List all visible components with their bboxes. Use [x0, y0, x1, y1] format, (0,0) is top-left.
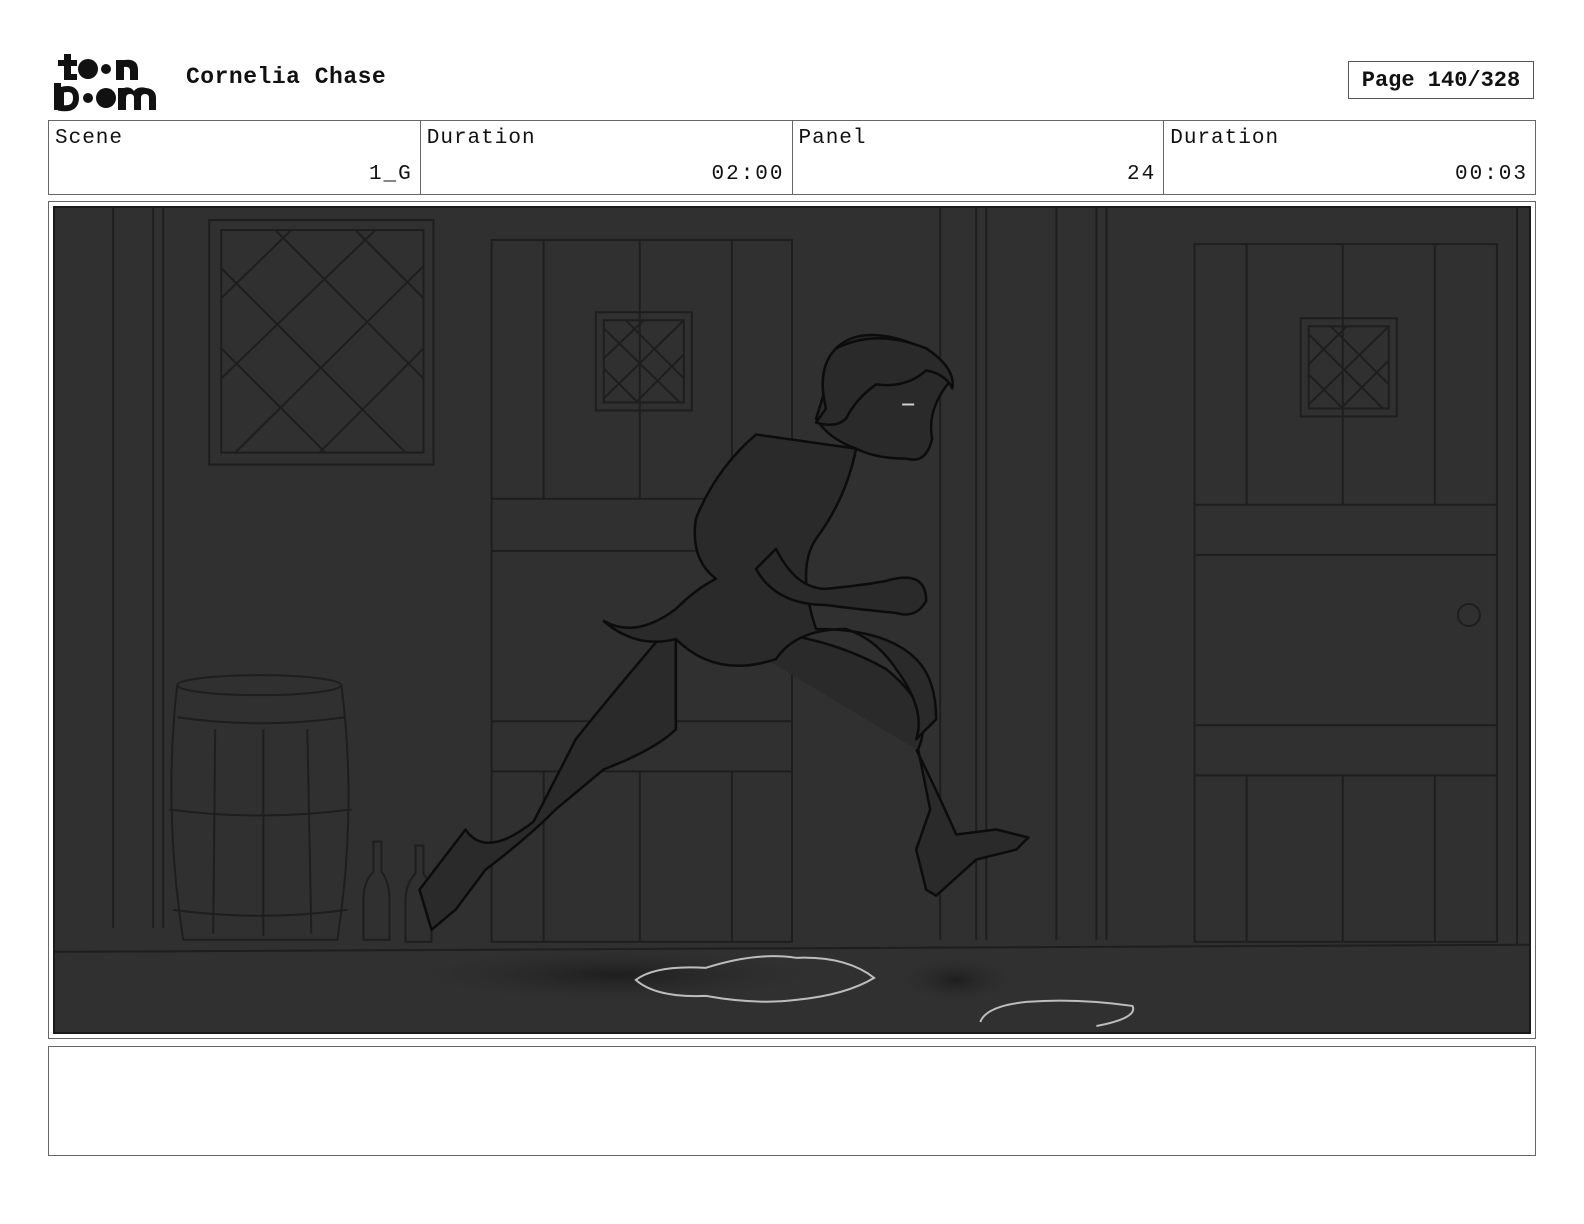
project-title: Cornelia Chase [186, 64, 387, 90]
panel-label: Panel [798, 127, 867, 150]
scene-duration-cell: Duration 02:00 [421, 121, 793, 194]
panel-duration-cell: Duration 00:03 [1164, 121, 1535, 194]
panel-sketch [55, 208, 1529, 1032]
scene-value: 1_G [368, 163, 413, 186]
scene-info-table: Scene 1_G Duration 02:00 Panel 24 Durati… [48, 120, 1536, 195]
storyboard-panel-image [53, 206, 1531, 1034]
storyboard-panel-frame [48, 201, 1536, 1039]
scene-duration-label: Duration [426, 127, 536, 150]
scene-cell: Scene 1_G [49, 121, 421, 194]
panel-duration-value: 00:03 [1454, 163, 1528, 186]
scene-label: Scene [55, 127, 124, 150]
toonboom-logo [50, 50, 165, 112]
panel-value: 24 [1127, 163, 1157, 186]
page-number: Page 140/328 [1348, 61, 1534, 99]
panel-cell: Panel 24 [793, 121, 1165, 194]
panel-notes-box [48, 1046, 1536, 1156]
scene-duration-value: 02:00 [711, 163, 785, 186]
panel-duration-label: Duration [1170, 127, 1280, 150]
